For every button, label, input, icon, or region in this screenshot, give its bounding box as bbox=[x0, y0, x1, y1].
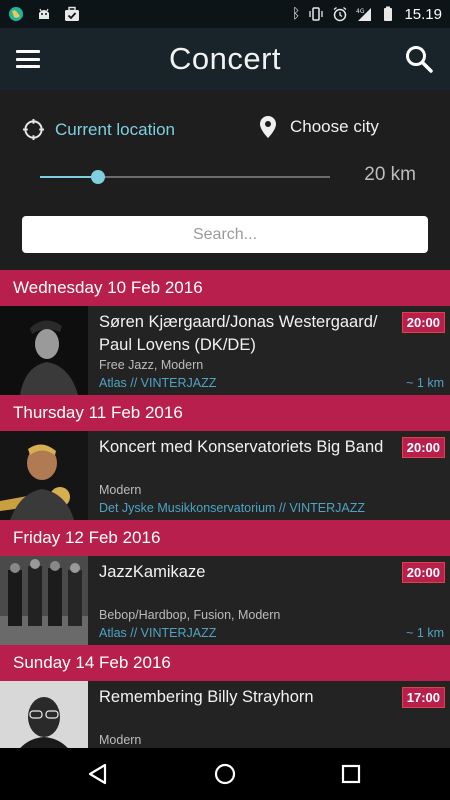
event-genre: Bebop/Hardbop, Fusion, Modern bbox=[99, 608, 281, 622]
event-time-badge: 20:00 bbox=[401, 437, 445, 458]
battery-icon bbox=[384, 6, 393, 21]
event-photo bbox=[0, 681, 88, 748]
event-item[interactable]: Remembering Billy Strayhorn Modern 17:00 bbox=[0, 681, 450, 748]
event-photo bbox=[0, 556, 88, 645]
event-name: Søren Kjærgaard/Jonas Westergaard/ Paul … bbox=[99, 313, 378, 354]
briefcase-check-icon bbox=[65, 6, 79, 21]
system-nav-bar bbox=[0, 748, 450, 800]
event-time-badge: 20:00 bbox=[401, 312, 445, 333]
date-header: Wednesday 10 Feb 2016 bbox=[0, 270, 450, 306]
alarm-icon bbox=[334, 6, 347, 22]
event-distance: ~ 1 km bbox=[406, 626, 444, 640]
event-time-badge: 17:00 bbox=[401, 687, 445, 708]
back-triangle-icon[interactable] bbox=[84, 760, 112, 788]
distance-slider[interactable] bbox=[40, 170, 330, 184]
svg-text:4G: 4G bbox=[356, 8, 365, 15]
event-item[interactable]: JazzKamikaze Bebop/Hardbop, Fusion, Mode… bbox=[0, 556, 450, 645]
date-header: Thursday 11 Feb 2016 bbox=[0, 395, 450, 431]
location-panel: Current location Choose city 20 km bbox=[0, 90, 450, 270]
map-pin-icon bbox=[260, 116, 276, 138]
event-venue: Det Jyske Musikkonservatorium // VINTERJ… bbox=[99, 501, 366, 515]
event-genre: Free Jazz, Modern bbox=[99, 358, 204, 372]
search-input[interactable] bbox=[22, 216, 428, 253]
event-list: Wednesday 10 Feb 2016 Søren Kjærgaard/Jo… bbox=[0, 270, 450, 748]
date-header: Sunday 14 Feb 2016 bbox=[0, 645, 450, 681]
page-title: Concert bbox=[168, 41, 282, 76]
recents-square-icon[interactable] bbox=[337, 760, 365, 788]
app-bar: Concert bbox=[0, 28, 450, 90]
event-venue: Atlas // VINTERJAZZ bbox=[99, 626, 217, 640]
bluetooth-icon: ᛒ bbox=[292, 6, 301, 22]
home-circle-icon[interactable] bbox=[211, 760, 239, 788]
current-location-button[interactable]: Current location bbox=[22, 118, 175, 141]
slider-handle[interactable] bbox=[91, 170, 105, 184]
event-genre: Modern bbox=[99, 733, 142, 747]
distance-value: 20 km bbox=[364, 164, 416, 185]
status-time: 15.19 bbox=[404, 5, 442, 23]
search-icon[interactable] bbox=[404, 44, 434, 74]
event-name: Remembering Billy Strayhorn bbox=[99, 688, 314, 706]
event-photo bbox=[0, 306, 88, 395]
event-time-badge: 20:00 bbox=[401, 562, 445, 583]
date-header: Friday 12 Feb 2016 bbox=[0, 520, 450, 556]
event-item[interactable]: Koncert med Konservatoriets Big Band Mod… bbox=[0, 431, 450, 520]
event-item[interactable]: Søren Kjærgaard/Jonas Westergaard/ Paul … bbox=[0, 306, 450, 395]
event-name: Koncert med Konservatoriets Big Band bbox=[99, 438, 384, 456]
status-bar: ᛒ 4G 15.19 bbox=[0, 0, 450, 28]
event-photo bbox=[0, 431, 88, 520]
android-icon bbox=[39, 8, 49, 19]
globe-icon bbox=[9, 7, 23, 21]
event-venue: Atlas // VINTERJAZZ bbox=[99, 376, 217, 390]
event-name: JazzKamikaze bbox=[99, 563, 206, 581]
hamburger-icon[interactable] bbox=[16, 50, 40, 68]
choose-city-button[interactable]: Choose city bbox=[260, 116, 379, 138]
current-location-label: Current location bbox=[55, 119, 176, 139]
signal-icon: 4G bbox=[356, 8, 372, 21]
crosshair-icon bbox=[22, 118, 45, 141]
choose-city-label: Choose city bbox=[290, 117, 379, 136]
event-genre: Modern bbox=[99, 483, 142, 497]
event-distance: ~ 1 km bbox=[406, 376, 444, 390]
vibrate-icon bbox=[309, 7, 324, 21]
